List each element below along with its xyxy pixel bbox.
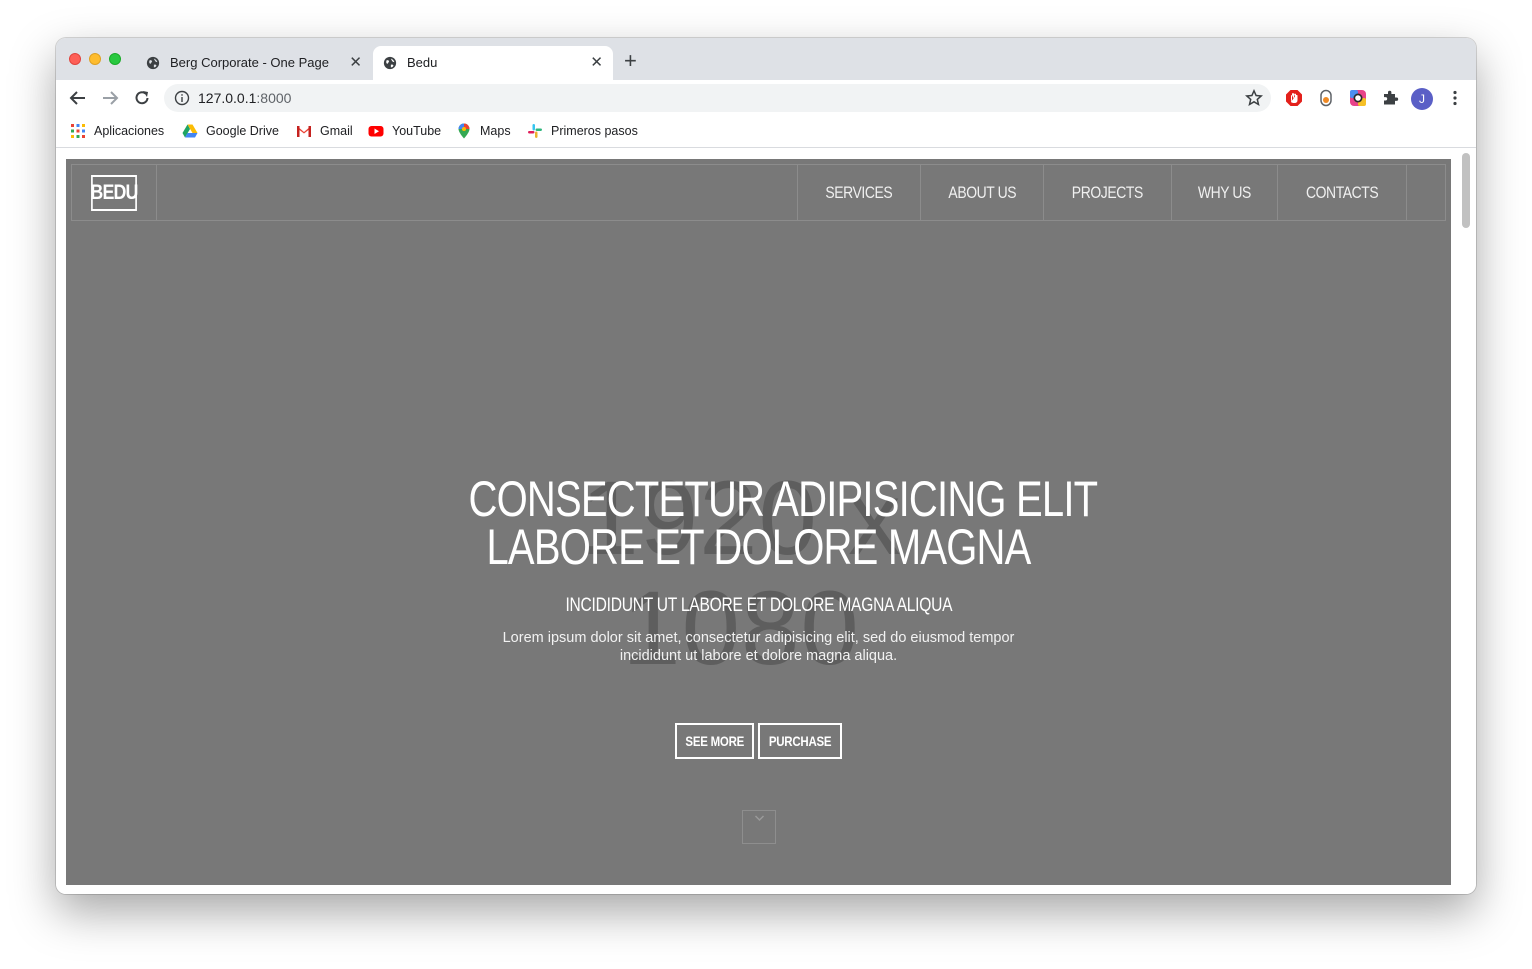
nav-label: CONTACTS xyxy=(1305,182,1379,202)
bookmark-google-drive[interactable]: Google Drive xyxy=(182,123,279,139)
site-logo[interactable]: BEDU xyxy=(90,175,138,211)
tab-title: Berg Corporate - One Page xyxy=(170,55,329,70)
page-scrollbar[interactable] xyxy=(1458,151,1472,889)
bookmark-label: Maps xyxy=(480,124,511,138)
bookmark-label: Aplicaciones xyxy=(94,124,165,138)
color-picker-extension-icon[interactable] xyxy=(1349,89,1367,107)
adblock-extension-icon[interactable] xyxy=(1285,89,1303,107)
scrollbar-thumb[interactable] xyxy=(1462,153,1470,228)
close-window-button[interactable] xyxy=(69,53,81,65)
tab-bedu[interactable]: Bedu ✕ xyxy=(373,46,613,80)
bookmarks-bar: Aplicaciones Google Drive Gmail YouTube … xyxy=(56,116,1476,148)
url-host: 127.0.0.1 xyxy=(198,90,257,106)
nav-label: SERVICES xyxy=(825,182,893,202)
bookmark-label: YouTube xyxy=(392,124,442,138)
maximize-window-button[interactable] xyxy=(109,53,121,65)
hero-title-line-2: LABORE ET DOLORE MAGNA xyxy=(486,519,1031,575)
forward-icon[interactable] xyxy=(98,86,122,110)
bookmark-label: Primeros pasos xyxy=(551,124,638,138)
browser-toolbar: 127.0.0.1:8000 J xyxy=(56,80,1476,116)
hero-subtitle-text: INCIDIDUNT UT LABORE ET DOLORE MAGNA ALI… xyxy=(565,595,952,616)
bookmark-youtube[interactable]: YouTube xyxy=(368,123,441,139)
minimize-window-button[interactable] xyxy=(89,53,101,65)
tab-strip: Berg Corporate - One Page ✕ Bedu ✕ + xyxy=(56,38,1476,80)
globe-icon xyxy=(146,56,160,70)
youtube-icon xyxy=(368,126,384,137)
maps-icon xyxy=(458,123,470,139)
profile-avatar[interactable]: J xyxy=(1411,88,1433,110)
button-label: PURCHASE xyxy=(768,733,832,749)
site-header: BEDU SERVICES ABOUT US PROJECTS WHY US C… xyxy=(71,164,1446,221)
purchase-button[interactable]: PURCHASE xyxy=(758,723,842,759)
see-more-button[interactable]: SEE MORE xyxy=(675,723,754,759)
close-tab-icon[interactable]: ✕ xyxy=(590,53,603,71)
close-tab-icon[interactable]: ✕ xyxy=(349,53,362,71)
url-port: :8000 xyxy=(256,90,292,106)
address-bar[interactable]: 127.0.0.1:8000 xyxy=(164,84,1271,112)
kebab-menu-icon[interactable] xyxy=(1446,89,1464,107)
apps-grid-icon xyxy=(71,124,85,138)
bookmark-aplicaciones[interactable]: Aplicaciones xyxy=(70,123,164,139)
nav-label: ABOUT US xyxy=(948,182,1016,202)
nav-contacts[interactable]: CONTACTS xyxy=(1278,165,1407,220)
info-icon[interactable] xyxy=(174,90,190,106)
url-text: 127.0.0.1:8000 xyxy=(198,90,291,106)
google-drive-icon xyxy=(182,124,198,138)
nav-services[interactable]: SERVICES xyxy=(798,165,921,220)
bookmark-label: Google Drive xyxy=(206,124,279,138)
tab-berg-corporate[interactable]: Berg Corporate - One Page ✕ xyxy=(136,46,372,80)
button-label: SEE MORE xyxy=(685,733,744,749)
back-icon[interactable] xyxy=(66,86,90,110)
bookmark-primeros-pasos[interactable]: Primeros pasos xyxy=(527,123,638,139)
puzzle-extensions-icon[interactable] xyxy=(1381,89,1399,107)
page-viewport: BEDU SERVICES ABOUT US PROJECTS WHY US C… xyxy=(56,149,1476,894)
nav-projects[interactable]: PROJECTS xyxy=(1044,165,1173,220)
scroll-down-button[interactable] xyxy=(742,810,776,844)
bookmark-star-icon[interactable] xyxy=(1245,89,1263,107)
main-menu: SERVICES ABOUT US PROJECTS WHY US CONTAC… xyxy=(797,165,1407,220)
tab-title: Bedu xyxy=(407,55,438,70)
hero-title: CONSECTETUR ADIPISICING ELIT LABORE ET D… xyxy=(396,471,1121,575)
hero-subtitle: INCIDIDUNT UT LABORE ET DOLORE MAGNA ALI… xyxy=(396,595,1121,617)
nav-label: WHY US xyxy=(1197,182,1251,202)
reload-icon[interactable] xyxy=(130,86,154,110)
slack-icon xyxy=(528,124,542,138)
bookmark-maps[interactable]: Maps xyxy=(456,123,511,139)
extension-icon[interactable] xyxy=(1317,89,1335,107)
new-tab-icon[interactable]: + xyxy=(624,50,637,72)
nav-label: PROJECTS xyxy=(1072,182,1144,202)
nav-about-us[interactable]: ABOUT US xyxy=(921,165,1045,220)
logo-cell: BEDU xyxy=(72,165,157,220)
bookmark-gmail[interactable]: Gmail xyxy=(296,123,353,139)
hero-section: BEDU SERVICES ABOUT US PROJECTS WHY US C… xyxy=(66,159,1451,885)
hero-title-line-1: CONSECTETUR ADIPISICING ELIT xyxy=(468,471,1099,527)
gmail-icon xyxy=(297,126,311,137)
globe-icon xyxy=(383,56,397,70)
hero-description: Lorem ipsum dolor sit amet, consectetur … xyxy=(502,630,1015,664)
nav-why-us[interactable]: WHY US xyxy=(1172,165,1278,220)
chevron-down-icon xyxy=(754,815,765,822)
bookmark-label: Gmail xyxy=(320,124,353,138)
browser-window: Berg Corporate - One Page ✕ Bedu ✕ + 127… xyxy=(56,38,1476,894)
